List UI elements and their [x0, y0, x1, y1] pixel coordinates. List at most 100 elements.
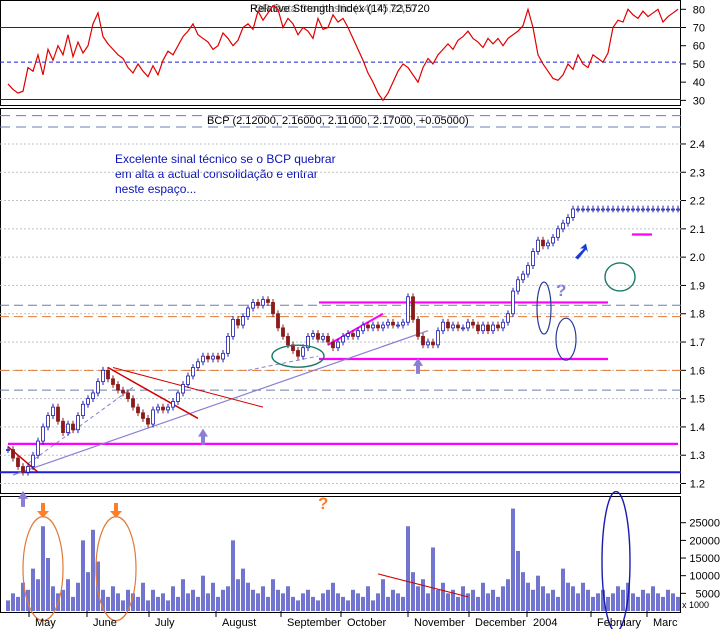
volume-bar	[121, 600, 125, 611]
volume-bar	[341, 596, 345, 611]
volume-bar	[551, 589, 555, 611]
breakout-ellipse-feb	[604, 262, 636, 292]
rsi-line	[7, 4, 679, 102]
volume-bar	[271, 579, 275, 611]
volume-bar	[571, 586, 575, 611]
volume-bar	[291, 596, 295, 611]
price-candle-body	[101, 369, 105, 383]
volume-bar	[216, 596, 220, 611]
volume-bar	[181, 579, 185, 611]
price-magenta-upline	[327, 312, 384, 346]
volume-bar	[66, 579, 70, 611]
volume-bar	[516, 550, 520, 611]
volume-bar	[276, 589, 280, 611]
volume-bar	[61, 589, 65, 611]
price-candle-body	[501, 321, 505, 329]
volume-bar	[621, 589, 625, 611]
price-candle-body	[541, 239, 545, 247]
price-candle-body	[316, 333, 320, 340]
volume-bar	[641, 589, 645, 611]
volume-bar	[481, 582, 485, 611]
price-candle-body	[586, 208, 590, 211]
volume-bar	[471, 589, 475, 611]
price-candle-body	[331, 341, 335, 349]
price-candle-body	[31, 454, 35, 467]
volume-bar	[431, 547, 435, 611]
volume-bar	[281, 593, 285, 611]
up-arrow-icon	[198, 428, 208, 445]
price-candle-body	[546, 242, 550, 247]
price-candle-body	[566, 217, 570, 224]
volume-bar	[316, 600, 320, 611]
volume-y-tick-label: 25000	[689, 518, 720, 530]
price-y-tick-label: 1.2	[690, 479, 705, 491]
price-candle-body	[231, 318, 235, 337]
price-candle-body	[576, 208, 580, 211]
volume-bar	[656, 593, 660, 611]
price-candle-body	[456, 324, 460, 329]
price-candle-body	[676, 208, 680, 211]
price-candle-body	[651, 208, 655, 211]
volume-bar	[51, 586, 55, 611]
price-candle-body	[21, 466, 25, 473]
price-candle-body	[121, 389, 125, 394]
price-candle-body	[161, 406, 165, 411]
x-axis-month-label: July	[155, 617, 175, 629]
volume-bar	[526, 582, 530, 611]
price-candle-body	[471, 321, 475, 326]
price-candle-body	[276, 313, 280, 329]
price-candle-body	[376, 324, 380, 329]
price-y-tick-label: 2.2	[690, 196, 705, 208]
volume-bar	[326, 589, 330, 611]
volume-bar	[531, 589, 535, 611]
down-arrow-icon	[37, 503, 49, 518]
price-candle-body	[391, 321, 395, 326]
price-candle-body	[251, 302, 255, 309]
price-candle-body	[96, 381, 100, 394]
volume-bar	[546, 593, 550, 611]
volume-bar	[136, 596, 140, 611]
volume-bar	[421, 579, 425, 611]
volume-y-tick-label: 15000	[689, 553, 720, 565]
volume-bar	[611, 593, 615, 611]
price-candle-body	[241, 316, 245, 326]
volume-bar	[676, 596, 680, 611]
price-candle-body	[76, 415, 80, 431]
price-candle-body	[441, 321, 445, 332]
price-candle-body	[286, 335, 290, 346]
volume-bar	[111, 586, 115, 611]
volume-y-tick-label: 10000	[689, 571, 720, 583]
price-candle-body	[666, 208, 670, 211]
volume-bar	[146, 600, 150, 611]
volume-bar	[226, 586, 230, 611]
volume-bar	[566, 582, 570, 611]
price-candle-body	[216, 355, 220, 360]
price-candle-body	[446, 321, 450, 329]
volume-bar	[496, 596, 500, 611]
x-axis-month-label: Marc	[653, 617, 678, 629]
price-candle-body	[236, 318, 240, 326]
volume-bar	[501, 586, 505, 611]
price-candle-body	[196, 361, 200, 368]
volume-bar	[211, 582, 215, 611]
price-candle-body	[186, 375, 190, 385]
down-arrow-icon	[110, 503, 122, 518]
price-candle-body	[66, 423, 70, 433]
price-candle-body	[466, 321, 470, 329]
price-candle-body	[366, 324, 370, 329]
volume-bar	[386, 596, 390, 611]
volume-bar	[166, 600, 170, 611]
volume-bar	[521, 572, 525, 611]
volume-bar	[191, 589, 195, 611]
price-candle-body	[171, 401, 175, 408]
price-candle-body	[156, 406, 160, 411]
price-candle-body	[581, 208, 585, 211]
volume-bar	[31, 568, 35, 611]
price-candle-body	[481, 324, 485, 332]
price-candle-body	[86, 398, 90, 405]
rsi-y-tick-label: 60	[693, 41, 705, 53]
volume-bar	[416, 586, 420, 611]
price-dashed-trendline-2	[247, 355, 319, 371]
price-y-tick-label: 1.8	[690, 309, 705, 321]
volume-bar	[171, 586, 175, 611]
